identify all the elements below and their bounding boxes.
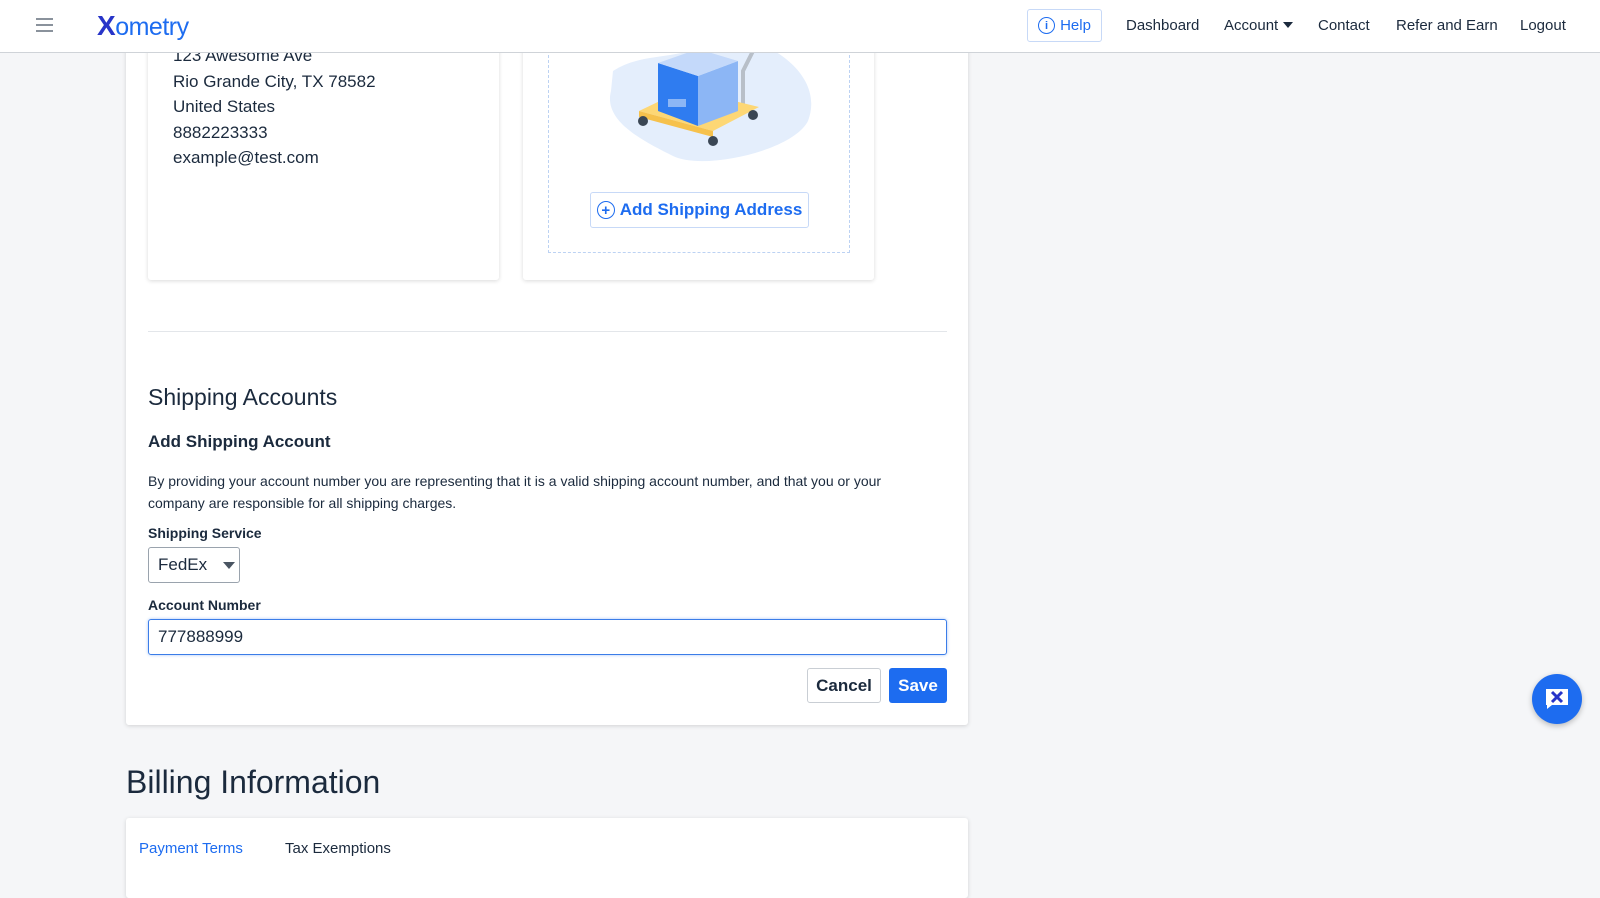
hamburger-menu-icon[interactable]	[36, 18, 53, 32]
shipping-service-label: Shipping Service	[148, 525, 262, 541]
xometry-logo[interactable]: Xometry	[97, 10, 189, 42]
tab-payment-terms[interactable]: Payment Terms	[139, 840, 243, 857]
cancel-button[interactable]: Cancel	[807, 668, 881, 703]
nav-refer-and-earn[interactable]: Refer and Earn	[1396, 17, 1498, 34]
billing-information-title: Billing Information	[126, 764, 381, 800]
caret-down-icon	[1283, 22, 1294, 28]
address-city: Rio Grande City, TX 78582	[173, 71, 376, 91]
plus-circle-icon: +	[596, 201, 615, 219]
divider	[148, 331, 947, 332]
nav-account[interactable]: Account	[1224, 17, 1294, 34]
address-email: example@test.com	[173, 148, 319, 167]
save-button[interactable]: Save	[889, 668, 947, 703]
account-number-label: Account Number	[148, 597, 261, 613]
nav-logout[interactable]: Logout	[1520, 17, 1566, 34]
cart-box-illustration	[609, 41, 812, 162]
info-icon: i	[1038, 17, 1056, 34]
account-number-input[interactable]: 777888999	[148, 619, 947, 655]
shipping-service-select[interactable]: FedEx	[148, 547, 240, 583]
nav-dashboard[interactable]: Dashboard	[1126, 17, 1199, 34]
disclaimer-text: By providing your account number you are…	[148, 473, 882, 511]
caret-down-icon	[223, 561, 236, 569]
billing-card: Payment Terms Tax Exemptions	[126, 818, 968, 898]
address-phone: 8882223333	[173, 122, 268, 142]
shipping-accounts-title: Shipping Accounts	[148, 384, 338, 410]
add-shipping-account-subtitle: Add Shipping Account	[148, 432, 331, 451]
add-shipping-address-button[interactable]: + Add Shipping Address	[590, 192, 809, 228]
address-country: United States	[173, 97, 276, 116]
chat-button[interactable]	[1532, 674, 1582, 724]
top-nav: Xometry i Help Dashboard Account Contact …	[0, 0, 1600, 53]
chat-bubble-icon	[1546, 689, 1568, 709]
nav-contact[interactable]: Contact	[1318, 17, 1370, 34]
tab-tax-exemptions[interactable]: Tax Exemptions	[285, 840, 391, 857]
help-button[interactable]: i Help	[1027, 9, 1102, 42]
